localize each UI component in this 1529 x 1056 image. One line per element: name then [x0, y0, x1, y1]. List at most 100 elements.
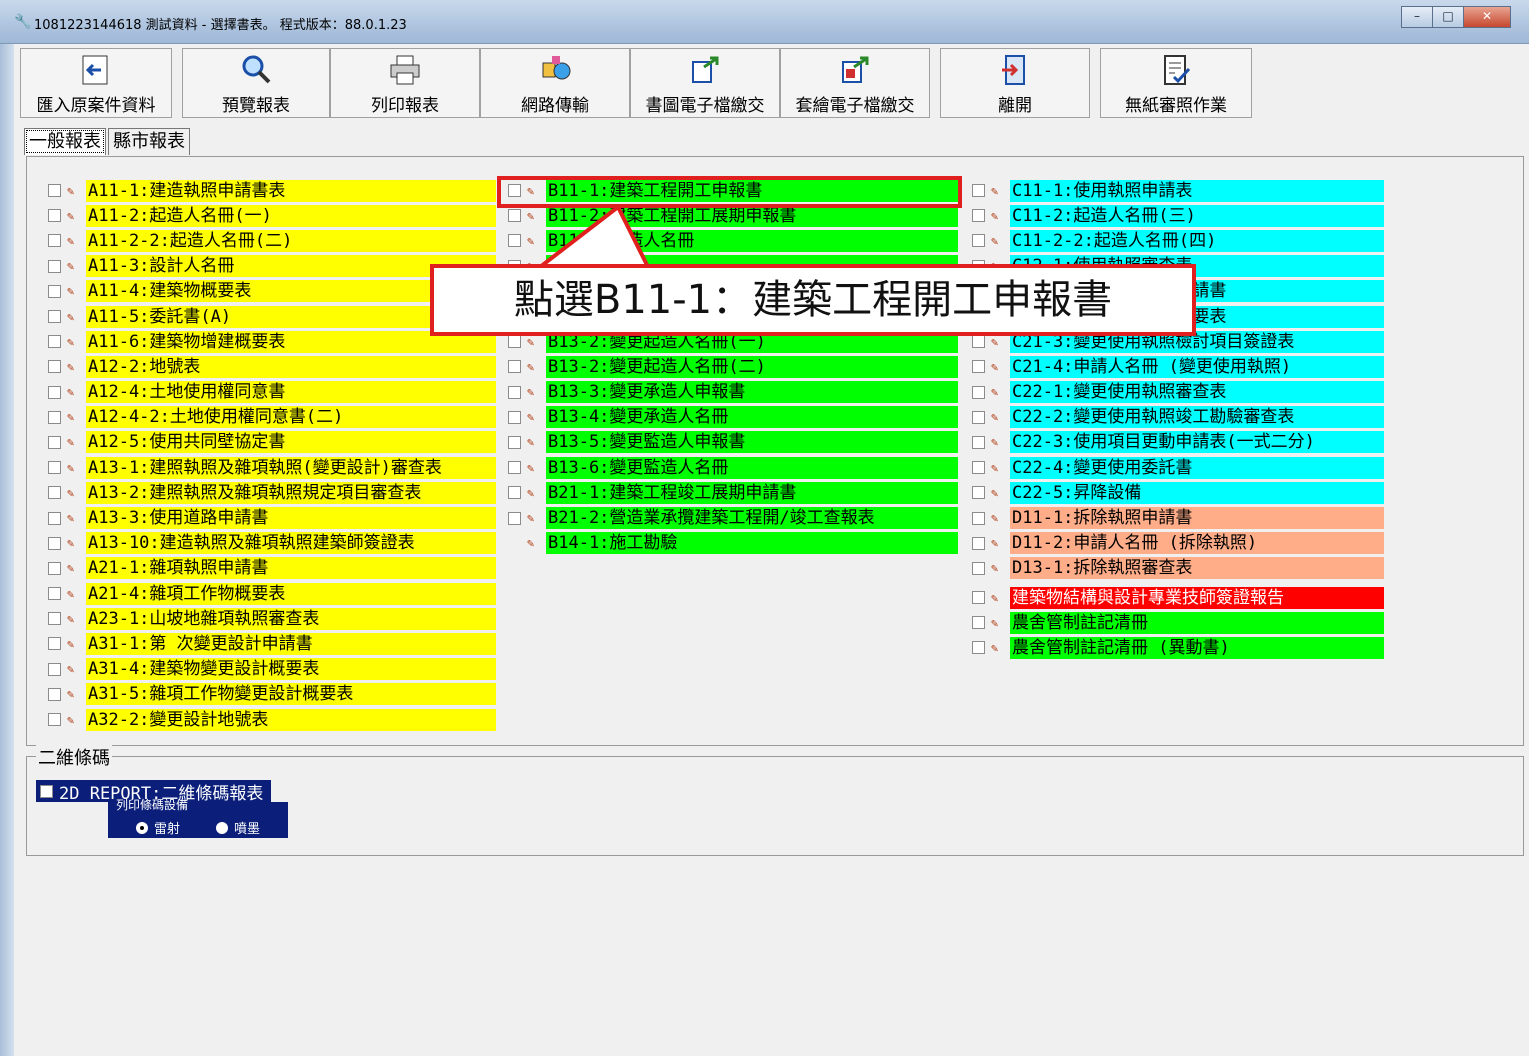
edit-pencil-icon[interactable]: ✎	[527, 385, 543, 399]
report-checkbox[interactable]	[508, 410, 521, 424]
edit-pencil-icon[interactable]: ✎	[67, 209, 83, 223]
radio-inkjet[interactable]: 噴墨	[216, 818, 260, 837]
edit-pencil-icon[interactable]: ✎	[67, 385, 83, 399]
report-checkbox[interactable]	[972, 561, 985, 575]
report-checkbox[interactable]	[508, 385, 521, 399]
report-checkbox[interactable]	[48, 234, 61, 248]
report-checkbox[interactable]	[48, 662, 61, 676]
edit-pencil-icon[interactable]: ✎	[527, 435, 543, 449]
report-checkbox[interactable]	[48, 511, 61, 525]
report-checkbox[interactable]	[48, 713, 61, 727]
edit-pencil-icon[interactable]: ✎	[67, 360, 83, 374]
import-case-button[interactable]: 匯入原案件資料	[20, 48, 172, 118]
report-checkbox[interactable]	[972, 591, 985, 605]
exit-button[interactable]: 離開	[940, 48, 1090, 118]
report-checkbox[interactable]	[48, 284, 61, 298]
report-row[interactable]: ✎ B13-5:變更監造人申報書	[508, 430, 958, 455]
report-row[interactable]: ✎ C11-1:使用執照申請表	[972, 178, 1384, 203]
report-row[interactable]: ✎ B13-4:變更承造人名冊	[508, 405, 958, 430]
edit-pencil-icon[interactable]: ✎	[527, 335, 543, 349]
radio-inkjet-dot[interactable]	[216, 821, 228, 834]
report-checkbox[interactable]	[48, 335, 61, 349]
report-checkbox[interactable]	[508, 486, 521, 500]
edit-pencil-icon[interactable]: ✎	[527, 511, 543, 525]
report-checkbox[interactable]	[972, 335, 985, 349]
report-checkbox[interactable]	[972, 461, 985, 475]
edit-pencil-icon[interactable]: ✎	[67, 587, 83, 601]
report-checkbox[interactable]	[48, 461, 61, 475]
report-row[interactable]: ✎ D11-1:拆除執照申請書	[972, 505, 1384, 530]
edit-pencil-icon[interactable]: ✎	[67, 310, 83, 324]
report-checkbox[interactable]	[508, 360, 521, 374]
radio-laser-dot[interactable]	[136, 821, 148, 834]
edit-pencil-icon[interactable]: ✎	[527, 536, 543, 550]
report-row[interactable]: ✎ B13-3:變更承造人申報書	[508, 380, 958, 405]
edit-pencil-icon[interactable]: ✎	[991, 591, 1007, 605]
report-checkbox[interactable]	[508, 461, 521, 475]
report-checkbox[interactable]	[508, 511, 521, 525]
edit-pencil-icon[interactable]: ✎	[991, 410, 1007, 424]
report-row[interactable]: ✎ C22-4:變更使用委託書	[972, 455, 1384, 480]
report-checkbox[interactable]	[972, 435, 985, 449]
edit-pencil-icon[interactable]: ✎	[67, 612, 83, 626]
report-row[interactable]: ✎ 農舍管制註記清冊 (異動書)	[972, 635, 1384, 660]
edit-pencil-icon[interactable]: ✎	[67, 284, 83, 298]
preview-report-button[interactable]: 預覽報表	[182, 48, 330, 118]
print-report-button[interactable]: 列印報表	[330, 48, 480, 118]
edit-pencil-icon[interactable]: ✎	[527, 461, 543, 475]
report-row[interactable]: ✎ A12-2:地號表	[48, 354, 496, 379]
edit-pencil-icon[interactable]: ✎	[67, 486, 83, 500]
report-checkbox[interactable]	[48, 536, 61, 550]
edit-pencil-icon[interactable]: ✎	[991, 511, 1007, 525]
report-row[interactable]: ✎ C22-1:變更使用執照審查表	[972, 380, 1384, 405]
edit-pencil-icon[interactable]: ✎	[527, 410, 543, 424]
report-checkbox[interactable]	[508, 209, 521, 223]
report-checkbox[interactable]	[48, 410, 61, 424]
edit-pencil-icon[interactable]: ✎	[67, 536, 83, 550]
report-row[interactable]: ✎ A21-1:雜項執照申請書	[48, 556, 496, 581]
paperless-review-button[interactable]: 無紙審照作業	[1100, 48, 1252, 118]
report-checkbox[interactable]	[48, 486, 61, 500]
report-checkbox[interactable]	[48, 385, 61, 399]
edit-pencil-icon[interactable]: ✎	[67, 561, 83, 575]
edit-pencil-icon[interactable]: ✎	[67, 713, 83, 727]
edit-pencil-icon[interactable]: ✎	[991, 209, 1007, 223]
edit-pencil-icon[interactable]: ✎	[527, 486, 543, 500]
edit-pencil-icon[interactable]: ✎	[67, 435, 83, 449]
report-row[interactable]: ✎ A12-4:土地使用權同意書	[48, 380, 496, 405]
report-row[interactable]: ✎ A31-4:建築物變更設計概要表	[48, 657, 496, 682]
network-transfer-button[interactable]: 網路傳輸	[480, 48, 630, 118]
report-row[interactable]: ✎ A21-4:雜項工作物概要表	[48, 581, 496, 606]
submit-overlay-file-button[interactable]: 套繪電子檔繳交	[780, 48, 930, 118]
edit-pencil-icon[interactable]: ✎	[991, 641, 1007, 655]
report-row[interactable]: ✎ B14-1:施工勘驗	[508, 531, 958, 556]
edit-pencil-icon[interactable]: ✎	[991, 184, 1007, 198]
report-row[interactable]: ✎ A32-2:變更設計地號表	[48, 707, 496, 732]
edit-pencil-icon[interactable]: ✎	[67, 511, 83, 525]
report-row[interactable]: ✎ A31-1:第 次變更設計申請書	[48, 631, 496, 656]
report-row[interactable]: ✎ A23-1:山坡地雜項執照審查表	[48, 606, 496, 631]
report-row[interactable]: ✎ A31-5:雜項工作物變更設計概要表	[48, 682, 496, 707]
edit-pencil-icon[interactable]: ✎	[67, 662, 83, 676]
report-checkbox[interactable]	[508, 435, 521, 449]
report-checkbox[interactable]	[972, 511, 985, 525]
edit-pencil-icon[interactable]: ✎	[527, 360, 543, 374]
report-row[interactable]: ✎ B13-2:變更起造人名冊(二)	[508, 354, 958, 379]
report-row[interactable]: ✎ B13-6:變更監造人名冊	[508, 455, 958, 480]
report-row[interactable]: ✎ C22-5:昇降設備	[972, 480, 1384, 505]
report-row[interactable]: ✎ C22-2:變更使用執照竣工勘驗審查表	[972, 405, 1384, 430]
report-checkbox[interactable]	[48, 561, 61, 575]
report-checkbox[interactable]	[48, 587, 61, 601]
radio-laser[interactable]: 雷射	[136, 818, 180, 837]
report-checkbox[interactable]	[972, 641, 985, 655]
report-row[interactable]: ✎ 建築物結構與設計專業技師簽證報告	[972, 585, 1384, 610]
report-row[interactable]: ✎ A13-2:建照執照及雜項執照規定項目審查表	[48, 480, 496, 505]
edit-pencil-icon[interactable]: ✎	[991, 536, 1007, 550]
edit-pencil-icon[interactable]: ✎	[67, 637, 83, 651]
report-checkbox[interactable]	[48, 259, 61, 273]
report-row[interactable]: ✎ A11-5:委託書(A)	[48, 304, 496, 329]
report-checkbox[interactable]	[48, 209, 61, 223]
report-row[interactable]: ✎ 農舍管制註記清冊	[972, 610, 1384, 635]
report-row[interactable]: ✎ C22-3:使用項目更動申請表(一式二分)	[972, 430, 1384, 455]
report-checkbox[interactable]	[972, 234, 985, 248]
